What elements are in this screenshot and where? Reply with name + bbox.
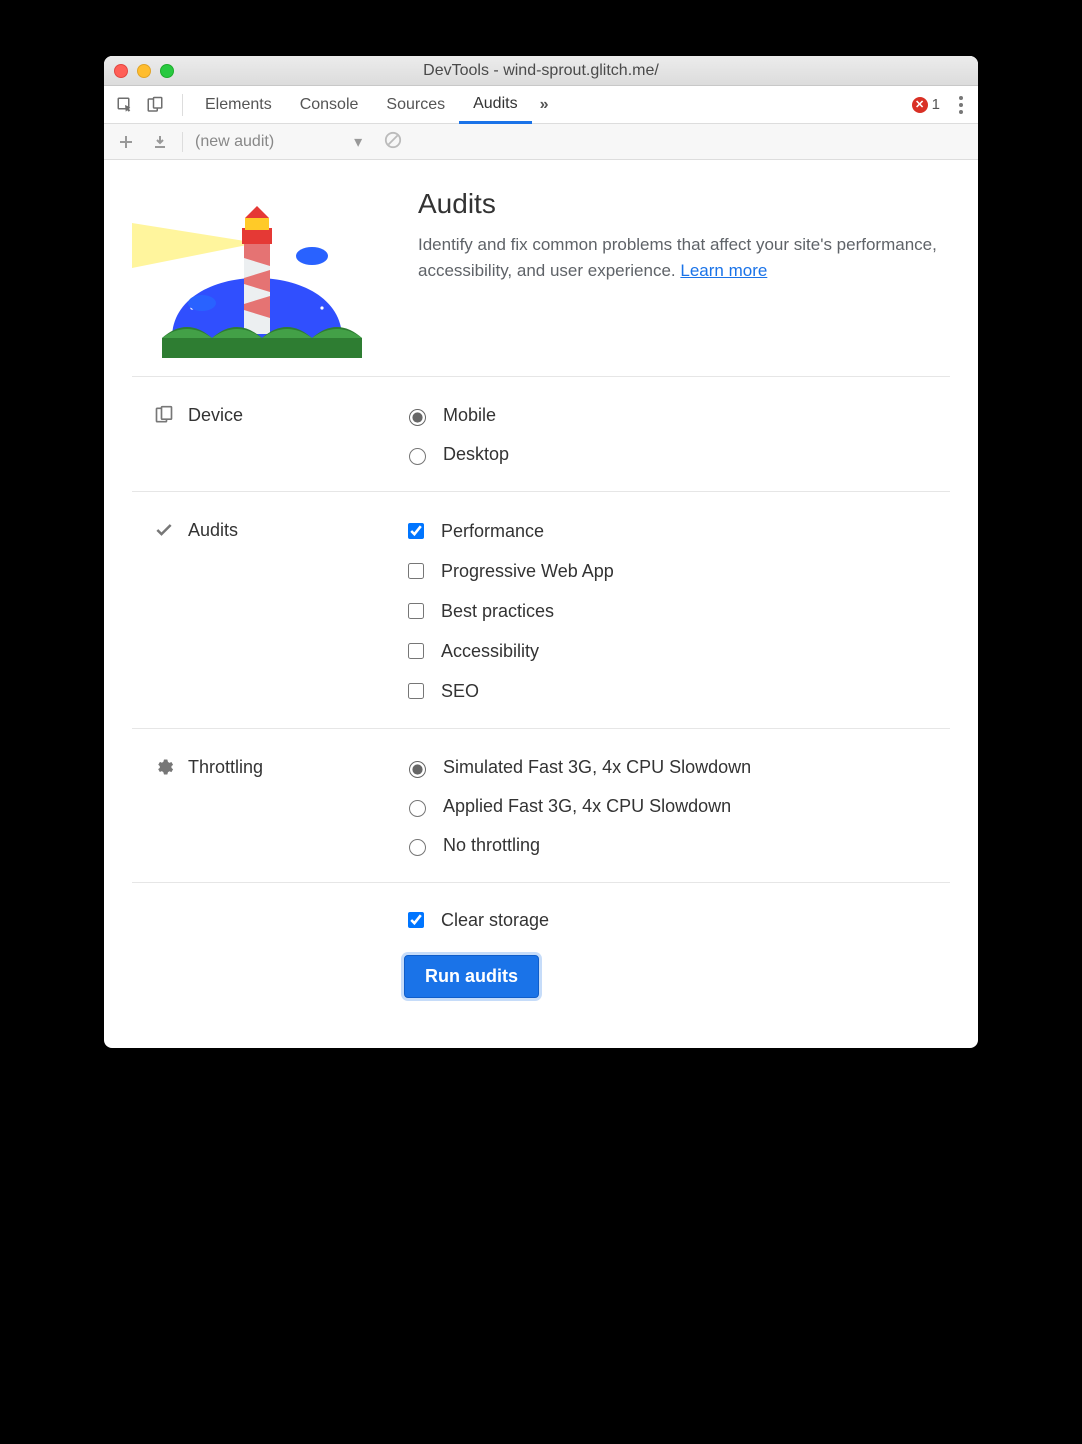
device-label: Device bbox=[188, 405, 243, 426]
audit-option-seo[interactable]: SEO bbox=[404, 680, 950, 702]
audit-check-seo[interactable] bbox=[408, 683, 424, 699]
tabs-overflow-button[interactable]: » bbox=[532, 86, 557, 123]
clear-storage-option[interactable]: Clear storage bbox=[404, 909, 549, 931]
minimize-window-button[interactable] bbox=[137, 64, 151, 78]
learn-more-link[interactable]: Learn more bbox=[680, 261, 767, 280]
tab-sources[interactable]: Sources bbox=[372, 86, 459, 123]
error-count: 1 bbox=[932, 96, 940, 113]
check-icon bbox=[154, 520, 174, 540]
throttling-option-applied[interactable]: Applied Fast 3G, 4x CPU Slowdown bbox=[404, 796, 950, 817]
clear-storage-checkbox[interactable] bbox=[408, 912, 424, 928]
lighthouse-icon bbox=[132, 188, 382, 358]
titlebar: DevTools - wind-sprout.glitch.me/ bbox=[104, 56, 978, 86]
separator bbox=[182, 132, 183, 152]
device-toolbar-icon[interactable] bbox=[144, 94, 166, 116]
device-option-desktop[interactable]: Desktop bbox=[404, 444, 950, 465]
panel-tabbar: Elements Console Sources Audits » ✕ 1 bbox=[104, 86, 978, 124]
audits-label: Audits bbox=[188, 520, 238, 541]
separator bbox=[182, 94, 183, 116]
zoom-window-button[interactable] bbox=[160, 64, 174, 78]
run-section: Clear storage Run audits bbox=[132, 882, 950, 1008]
audit-option-accessibility[interactable]: Accessibility bbox=[404, 640, 950, 662]
tab-console[interactable]: Console bbox=[286, 86, 373, 123]
tab-elements[interactable]: Elements bbox=[191, 86, 286, 123]
page-title: Audits bbox=[418, 188, 950, 220]
throttling-option-none[interactable]: No throttling bbox=[404, 835, 950, 856]
throttling-radio-none[interactable] bbox=[409, 839, 426, 856]
hero-text: Audits Identify and fix common problems … bbox=[418, 188, 950, 285]
window-title: DevTools - wind-sprout.glitch.me/ bbox=[104, 62, 978, 80]
inspect-element-icon[interactable] bbox=[114, 94, 136, 116]
throttling-label: Throttling bbox=[188, 757, 263, 778]
gear-icon bbox=[154, 757, 174, 777]
error-icon: ✕ bbox=[912, 97, 928, 113]
kebab-menu-icon[interactable] bbox=[950, 94, 972, 116]
chevron-down-icon: ▾ bbox=[354, 132, 362, 152]
error-count-badge[interactable]: ✕ 1 bbox=[912, 96, 940, 113]
audits-toolbar: (new audit) ▾ bbox=[104, 124, 978, 160]
run-audits-button[interactable]: Run audits bbox=[404, 955, 539, 998]
audit-option-best-practices[interactable]: Best practices bbox=[404, 600, 950, 622]
audit-check-pwa[interactable] bbox=[408, 563, 424, 579]
throttling-radio-simulated[interactable] bbox=[409, 761, 426, 778]
section-throttling: Throttling Simulated Fast 3G, 4x CPU Slo… bbox=[132, 728, 950, 882]
device-radio-desktop[interactable] bbox=[409, 448, 426, 465]
audits-panel: Audits Identify and fix common problems … bbox=[104, 160, 978, 1048]
device-radio-mobile[interactable] bbox=[409, 409, 426, 426]
throttling-radio-applied[interactable] bbox=[409, 800, 426, 817]
audit-select-value: (new audit) bbox=[195, 133, 274, 151]
section-audits: Audits Performance Progressive Web App B… bbox=[132, 491, 950, 728]
audit-option-performance[interactable]: Performance bbox=[404, 520, 950, 542]
throttling-option-simulated[interactable]: Simulated Fast 3G, 4x CPU Slowdown bbox=[404, 757, 950, 778]
audit-select[interactable]: (new audit) ▾ bbox=[187, 132, 370, 152]
devtools-window: DevTools - wind-sprout.glitch.me/ Elemen… bbox=[104, 56, 978, 1048]
tab-audits[interactable]: Audits bbox=[459, 87, 531, 124]
clear-icon[interactable] bbox=[384, 131, 402, 153]
audit-option-pwa[interactable]: Progressive Web App bbox=[404, 560, 950, 582]
download-icon[interactable] bbox=[148, 130, 172, 154]
device-icon bbox=[154, 405, 174, 425]
hero: Audits Identify and fix common problems … bbox=[132, 188, 950, 358]
audit-check-performance[interactable] bbox=[408, 523, 424, 539]
traffic-lights bbox=[114, 64, 174, 78]
close-window-button[interactable] bbox=[114, 64, 128, 78]
section-device: Device Mobile Desktop bbox=[132, 376, 950, 491]
audit-check-accessibility[interactable] bbox=[408, 643, 424, 659]
new-audit-icon[interactable] bbox=[114, 130, 138, 154]
audit-check-best-practices[interactable] bbox=[408, 603, 424, 619]
device-option-mobile[interactable]: Mobile bbox=[404, 405, 950, 426]
hero-description: Identify and fix common problems that af… bbox=[418, 232, 950, 285]
